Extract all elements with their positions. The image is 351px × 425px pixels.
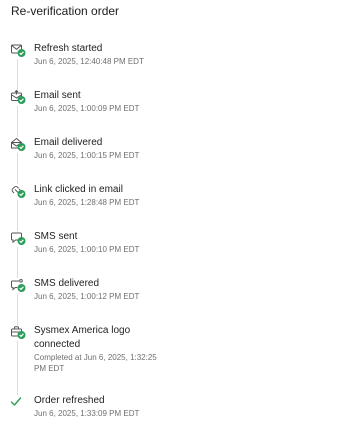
panel-title: Re-verification order bbox=[11, 4, 120, 18]
event-timestamp: Jun 6, 2025, 1:00:10 PM EDT bbox=[34, 245, 140, 254]
event-title: Link clicked in email bbox=[34, 184, 123, 195]
event-timestamp: Jun 6, 2025, 12:40:48 PM EDT bbox=[34, 57, 144, 66]
event-title: SMS delivered bbox=[34, 278, 100, 289]
event-timestamp: Completed at Jun 6, 2025, 1:32:25 PM EDT bbox=[34, 353, 157, 373]
email-sent-icon bbox=[10, 90, 28, 106]
event-timestamp: Jun 6, 2025, 1:00:09 PM EDT bbox=[34, 104, 140, 113]
email-delivered-icon bbox=[10, 137, 28, 153]
event-title: Sysmex America logo connected bbox=[34, 325, 131, 350]
event-timestamp: Jun 6, 2025, 1:33:09 PM EDT bbox=[34, 409, 140, 418]
event-title: SMS sent bbox=[34, 231, 78, 242]
reverification-order-panel: Re-verification order Refresh started Ju… bbox=[0, 0, 351, 425]
connected-icon bbox=[10, 325, 28, 341]
event-timestamp: Jun 6, 2025, 1:28:48 PM EDT bbox=[34, 198, 140, 207]
email-check-icon bbox=[10, 43, 28, 59]
event-title: Refresh started bbox=[34, 43, 103, 54]
link-clicked-icon bbox=[10, 184, 28, 200]
event-timestamp: Jun 6, 2025, 1:00:15 PM EDT bbox=[34, 151, 140, 160]
sms-delivered-icon bbox=[10, 278, 28, 294]
sms-sent-icon bbox=[10, 231, 28, 247]
event-title: Email delivered bbox=[34, 137, 103, 148]
checkmark-icon bbox=[10, 395, 28, 411]
event-title: Email sent bbox=[34, 90, 81, 101]
timeline-line bbox=[16, 56, 18, 400]
event-timestamp: Jun 6, 2025, 1:00:12 PM EDT bbox=[34, 292, 140, 301]
event-title: Order refreshed bbox=[34, 395, 105, 406]
